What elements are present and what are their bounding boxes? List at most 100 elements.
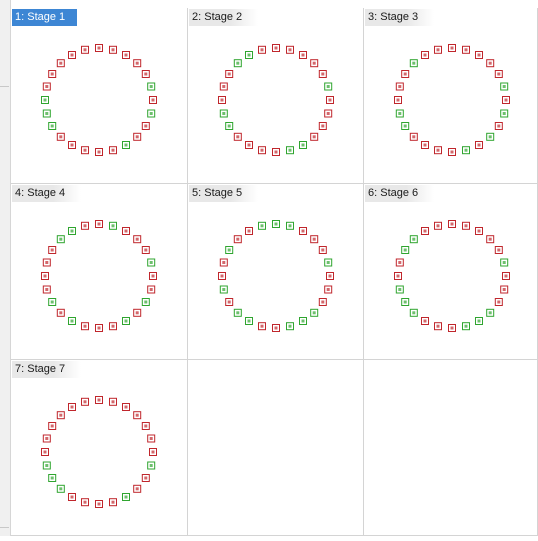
stage-cell[interactable]: 2: Stage 2: [188, 8, 364, 184]
green-marker: [462, 322, 470, 331]
red-marker: [133, 308, 142, 317]
green-marker: [48, 122, 57, 130]
marker-ring: [188, 184, 364, 360]
green-marker: [147, 461, 156, 470]
red-marker: [310, 59, 319, 68]
red-marker: [41, 448, 49, 456]
red-marker: [409, 132, 418, 141]
stage-cell[interactable]: 1: Stage 1: [11, 8, 188, 184]
red-marker: [109, 322, 117, 331]
green-marker: [109, 221, 117, 230]
green-marker: [56, 484, 65, 493]
green-marker: [401, 122, 410, 130]
green-marker: [68, 317, 76, 325]
red-marker: [81, 498, 89, 507]
red-marker: [141, 474, 150, 482]
red-marker: [56, 132, 65, 141]
green-marker: [122, 493, 130, 501]
marker-ring-svg: [394, 44, 510, 156]
red-marker: [81, 45, 89, 54]
red-marker: [272, 44, 280, 52]
stage-cell[interactable]: 7: Stage 7: [11, 360, 188, 536]
red-marker: [324, 285, 333, 294]
red-marker: [141, 422, 150, 430]
red-marker: [258, 146, 266, 155]
red-marker: [299, 51, 307, 59]
red-marker: [95, 396, 103, 404]
red-marker: [326, 96, 334, 104]
red-marker: [149, 272, 157, 280]
red-marker: [122, 227, 130, 235]
red-marker: [68, 403, 76, 411]
stage-cell[interactable]: 6: Stage 6: [364, 184, 538, 360]
red-marker: [141, 246, 150, 254]
red-marker: [41, 272, 49, 280]
red-marker: [434, 45, 442, 54]
red-marker: [147, 434, 156, 443]
marker-ring: [364, 8, 538, 184]
red-marker: [502, 272, 510, 280]
red-marker: [48, 70, 57, 78]
empty-cell[interactable]: [364, 360, 538, 536]
red-marker: [434, 146, 442, 155]
red-marker: [258, 45, 266, 54]
red-marker: [56, 411, 65, 420]
green-marker: [409, 235, 418, 244]
red-marker: [448, 220, 456, 228]
red-marker: [448, 148, 456, 156]
marker-ring-svg: [218, 220, 334, 332]
stage-cell[interactable]: 4: Stage 4: [11, 184, 188, 360]
red-marker: [448, 324, 456, 332]
red-marker: [48, 422, 57, 430]
green-marker: [233, 308, 242, 317]
green-marker: [486, 132, 495, 141]
green-marker: [395, 285, 404, 294]
red-marker: [318, 122, 327, 130]
green-marker: [310, 308, 319, 317]
red-marker: [272, 148, 280, 156]
green-marker: [219, 109, 228, 118]
red-marker: [299, 227, 307, 235]
empty-cell[interactable]: [188, 360, 364, 536]
red-marker: [56, 308, 65, 317]
red-marker: [95, 220, 103, 228]
green-marker: [48, 298, 57, 306]
stage-cell[interactable]: 5: Stage 5: [188, 184, 364, 360]
green-marker: [225, 246, 234, 254]
red-marker: [462, 221, 470, 230]
red-marker: [486, 59, 495, 68]
red-marker: [494, 122, 503, 130]
green-marker: [401, 246, 410, 254]
red-marker: [149, 96, 157, 104]
red-marker: [81, 146, 89, 155]
red-marker: [421, 227, 429, 235]
red-marker: [122, 403, 130, 411]
green-marker: [245, 317, 253, 325]
red-marker: [95, 500, 103, 508]
red-marker: [48, 246, 57, 254]
red-marker: [272, 324, 280, 332]
red-marker: [462, 45, 470, 54]
red-marker: [133, 411, 142, 420]
red-marker: [494, 70, 503, 78]
red-marker: [475, 51, 483, 59]
stage-cell[interactable]: 3: Stage 3: [364, 8, 538, 184]
green-marker: [272, 220, 280, 228]
red-marker: [394, 272, 402, 280]
red-marker: [310, 132, 319, 141]
red-marker: [122, 51, 130, 59]
red-marker: [395, 258, 404, 267]
red-marker: [133, 59, 142, 68]
green-marker: [42, 109, 51, 118]
green-marker: [500, 82, 509, 91]
green-marker: [219, 285, 228, 294]
marker-ring-svg: [41, 44, 157, 156]
red-marker: [421, 317, 429, 325]
green-marker: [147, 258, 156, 267]
red-marker: [486, 235, 495, 244]
green-marker: [395, 109, 404, 118]
red-marker: [95, 44, 103, 52]
marker-ring: [188, 8, 364, 184]
green-marker: [42, 461, 51, 470]
green-marker: [409, 308, 418, 317]
